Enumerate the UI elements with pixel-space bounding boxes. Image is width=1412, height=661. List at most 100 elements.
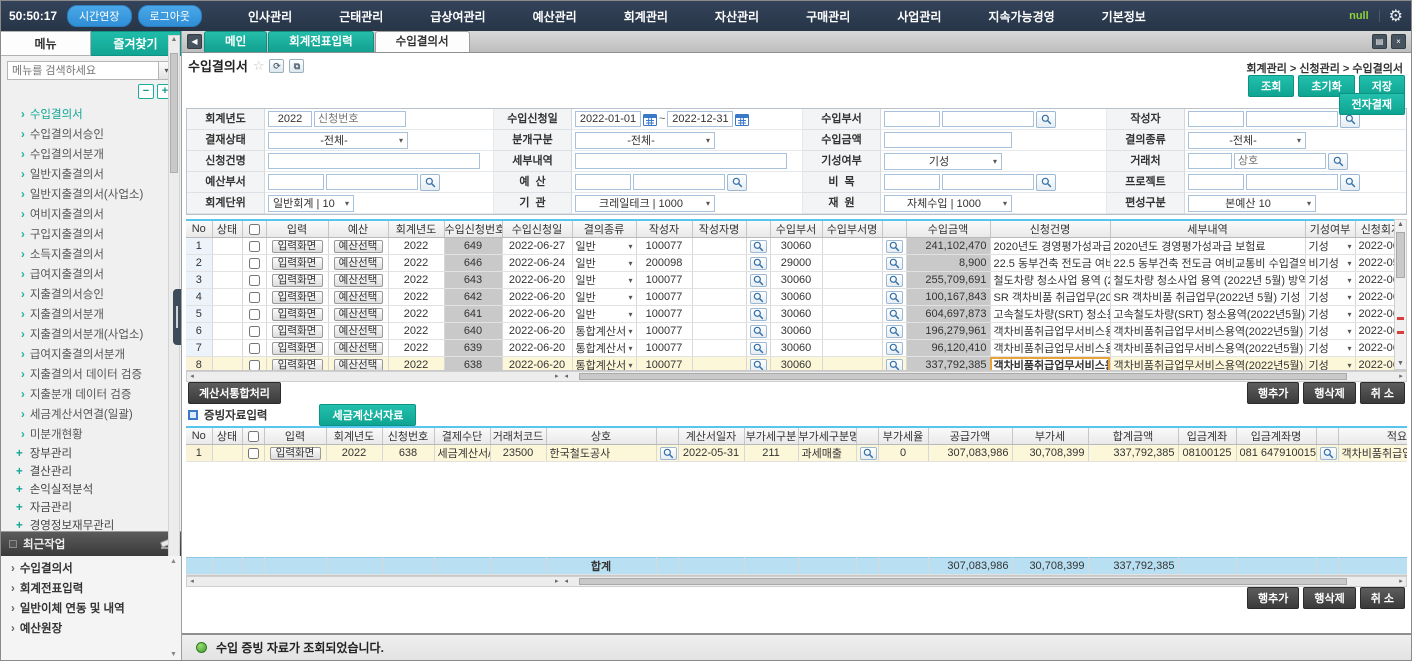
row-checkbox[interactable] xyxy=(249,360,260,371)
calendar-icon[interactable] xyxy=(643,113,657,126)
sidebar-item[interactable]: ›지출결의서승인 xyxy=(3,285,181,305)
search-icon[interactable] xyxy=(750,274,767,287)
cell-select[interactable]: 일반▾ xyxy=(576,255,633,271)
delete-row-button[interactable]: 행삭제 xyxy=(1303,382,1355,404)
search-icon[interactable] xyxy=(886,291,903,304)
sidebar-item[interactable]: ›여비지출결의서 xyxy=(3,205,181,225)
pane-splitter[interactable]: ▸ ◂ xyxy=(555,577,570,587)
search-icon[interactable] xyxy=(1036,111,1056,128)
topbar-menu-item[interactable]: 예산관리 xyxy=(533,8,577,25)
cell-select[interactable]: 비기성▾ xyxy=(1309,255,1352,271)
topbar-menu-item[interactable]: 자산관리 xyxy=(715,8,759,25)
topbar-menu-item[interactable]: 인사관리 xyxy=(248,8,292,25)
column-header[interactable]: 예산 xyxy=(328,220,388,238)
search-icon[interactable] xyxy=(750,359,767,371)
e-approval-button[interactable]: 전자결재 xyxy=(1339,93,1405,115)
input-screen-button[interactable]: 입력화면 xyxy=(270,447,321,460)
refresh-icon[interactable]: ⟳ xyxy=(269,59,284,73)
search-icon[interactable] xyxy=(860,447,877,460)
column-header[interactable]: No xyxy=(186,220,212,238)
project-code-input[interactable] xyxy=(1188,174,1244,190)
sidebar-item[interactable]: ›지출결의서분개(사업소) xyxy=(3,325,181,345)
cell-select[interactable]: 기성▾ xyxy=(1309,289,1352,305)
expense-item-name-input[interactable] xyxy=(942,174,1034,190)
cell-select[interactable]: 기성▾ xyxy=(1309,306,1352,322)
search-icon[interactable] xyxy=(1328,153,1348,170)
column-header[interactable]: 수입금액 xyxy=(906,220,990,238)
merge-bill-button[interactable]: 계산서통합처리 xyxy=(188,382,281,404)
column-header[interactable]: 작성자명 xyxy=(692,220,746,238)
request-title-input[interactable] xyxy=(268,153,480,169)
sidebar-item[interactable]: ›세금계산서연결(일괄) xyxy=(3,405,181,425)
budget-select-button[interactable]: 예산선택 xyxy=(334,257,383,270)
input-screen-button[interactable]: 입력화면 xyxy=(272,359,323,371)
budget-class-select[interactable]: 본예산 10▾ xyxy=(1188,195,1316,212)
request-number-input[interactable] xyxy=(314,111,406,127)
recent-scrollbar[interactable]: ▲▼ xyxy=(168,558,179,658)
extend-time-button[interactable]: 시간연장 xyxy=(67,5,131,27)
select-all-checkbox[interactable] xyxy=(249,224,260,235)
sidebar-collapse-handle[interactable] xyxy=(173,289,181,345)
search-icon[interactable] xyxy=(750,308,767,321)
column-header[interactable] xyxy=(746,220,770,238)
detail-input[interactable] xyxy=(575,153,787,169)
search-icon[interactable] xyxy=(886,274,903,287)
budget-name-input[interactable] xyxy=(633,174,725,190)
column-header[interactable]: 계산서일자 xyxy=(678,427,744,445)
search-icon[interactable] xyxy=(886,308,903,321)
search-icon[interactable] xyxy=(886,325,903,338)
row-checkbox[interactable] xyxy=(249,275,260,286)
cancel-button[interactable]: 취 소 xyxy=(1360,587,1405,609)
column-header[interactable]: 결의종류 xyxy=(572,220,636,238)
search-icon[interactable] xyxy=(750,291,767,304)
add-row-button[interactable]: 행추가 xyxy=(1247,587,1299,609)
row-checkbox[interactable] xyxy=(249,309,260,320)
favorite-star-icon[interactable]: ☆ xyxy=(253,58,265,74)
budget-select-button[interactable]: 예산선택 xyxy=(334,308,383,321)
cell-select[interactable]: 일반▾ xyxy=(576,289,633,305)
table-row[interactable]: 1입력화면2022638세금계산서/...23500한국철도공사2022-05-… xyxy=(186,445,1407,462)
vendor-name-input[interactable] xyxy=(1234,153,1326,169)
search-icon[interactable] xyxy=(420,174,440,191)
search-icon[interactable] xyxy=(886,342,903,355)
column-header[interactable]: 신청회계일 xyxy=(1355,220,1394,238)
column-header[interactable] xyxy=(242,427,264,445)
column-header[interactable]: 신청번호 xyxy=(382,427,434,445)
vendor-code-input[interactable] xyxy=(1188,153,1232,169)
table-row[interactable]: 2입력화면예산선택20226462022-06-24일반▾20009829000… xyxy=(186,255,1394,272)
topbar-menu-item[interactable]: 사업관리 xyxy=(897,8,941,25)
tab-main[interactable]: 메인 xyxy=(204,31,267,52)
sidebar-item[interactable]: ›지출분개 데이터 검증 xyxy=(3,385,181,405)
column-header[interactable]: 입력 xyxy=(264,427,326,445)
search-icon[interactable] xyxy=(1036,174,1056,191)
column-header[interactable]: 세부내역 xyxy=(1110,220,1305,238)
cell-select[interactable]: 통합계산서▾ xyxy=(576,340,633,356)
cell-select[interactable]: 통합계산서▾ xyxy=(576,357,633,370)
column-header[interactable]: 신청건명 xyxy=(990,220,1110,238)
search-icon[interactable] xyxy=(886,359,903,371)
cell-select[interactable]: 기성▾ xyxy=(1309,272,1352,288)
search-icon[interactable] xyxy=(1320,447,1337,460)
income-dept-name-input[interactable] xyxy=(942,111,1034,127)
column-header[interactable]: 적요 xyxy=(1338,427,1407,445)
cell-select[interactable]: 기성▾ xyxy=(1309,323,1352,339)
add-row-button[interactable]: 행추가 xyxy=(1247,382,1299,404)
income-date-to-input[interactable] xyxy=(667,111,733,127)
column-header[interactable]: 수입신청번호 xyxy=(444,220,502,238)
sidebar-item[interactable]: ›수입결의서승인 xyxy=(3,125,181,145)
search-icon[interactable] xyxy=(660,447,677,460)
input-screen-button[interactable]: 입력화면 xyxy=(272,257,323,270)
recent-item[interactable]: ›일반이체 연동 및 내역 xyxy=(1,599,181,619)
search-button[interactable]: 조회 xyxy=(1248,75,1294,97)
popup-icon[interactable]: ⧉ xyxy=(289,59,304,73)
income-amount-input[interactable] xyxy=(884,132,1012,148)
row-checkbox[interactable] xyxy=(249,241,260,252)
sidebar-item[interactable]: ›일반지출결의서(사업소) xyxy=(3,185,181,205)
tab-scroll-left-icon[interactable]: ◀ xyxy=(187,34,202,49)
topbar-menu-item[interactable]: 급상여관리 xyxy=(430,8,485,25)
column-header[interactable] xyxy=(242,220,266,238)
sidebar-item[interactable]: ›급여지출결의서분개 xyxy=(3,345,181,365)
column-header[interactable] xyxy=(882,220,906,238)
horizontal-scrollbar[interactable]: ◂ ▸ ◂ ▸ xyxy=(186,371,1407,382)
budget-select-button[interactable]: 예산선택 xyxy=(334,291,383,304)
